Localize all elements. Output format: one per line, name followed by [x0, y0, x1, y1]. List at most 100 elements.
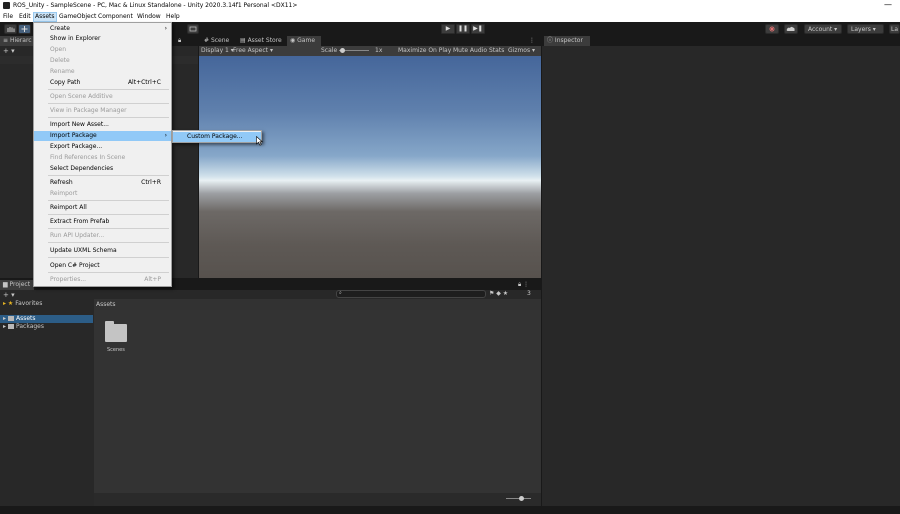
favorites-label: Favorites [15, 300, 43, 307]
menu-assets[interactable]: Assets [33, 12, 57, 22]
menu-item-import-new-asset[interactable]: Import New Asset... [34, 120, 171, 130]
tab-hierarchy[interactable]: ≡ Hierarc [0, 36, 34, 46]
play-button[interactable]: ▶ [441, 24, 455, 34]
scenes-folder-icon[interactable] [105, 321, 127, 342]
menu-item-custom-package[interactable]: Custom Package... [173, 132, 261, 142]
unity-app-icon [3, 2, 10, 9]
menu-item-update-uxml-schema[interactable]: Update UXML Schema [34, 246, 171, 256]
account-label: Account [808, 26, 833, 33]
step-button[interactable]: ▶❚ [471, 24, 485, 34]
reimport-all-label: Reimport All [50, 204, 87, 211]
project-footer [94, 493, 541, 506]
menu-item-open-scene-additive: Open Scene Additive [34, 92, 171, 102]
tab-scene[interactable]: # Scene [201, 36, 235, 46]
display-dropdown[interactable]: Display 1 ▾ [201, 47, 234, 54]
filter-icons[interactable]: ⚑ ◆ ★ [489, 290, 508, 297]
menu-item-export-package[interactable]: Export Package... [34, 142, 171, 152]
display-label: Display 1 [201, 47, 229, 54]
extract-from-prefab-label: Extract From Prefab [50, 218, 110, 225]
menu-item-open-csharp-project[interactable]: Open C# Project [34, 261, 171, 271]
import-new-asset-label: Import New Asset... [50, 121, 109, 128]
inspector-tabstrip: ⓘ Inspector [542, 36, 900, 46]
hierarchy-add-button[interactable]: + ▾ [3, 47, 15, 55]
show-in-explorer-label: Show in Explorer [50, 35, 101, 42]
move-tool-button[interactable] [18, 24, 31, 34]
menu-separator [48, 214, 169, 215]
open-label: Open [50, 46, 67, 53]
tab-inspector[interactable]: ⓘ Inspector [544, 36, 590, 46]
menu-bar: File Edit Assets GameObject Component Wi… [0, 12, 900, 22]
menu-item-create[interactable]: Create › [34, 24, 171, 34]
menu-item-refresh[interactable]: Refresh Ctrl+R [34, 178, 171, 188]
services-button[interactable] [765, 24, 779, 34]
icon-size-slider-handle[interactable] [519, 496, 524, 501]
refresh-shortcut: Ctrl+R [141, 179, 161, 186]
project-search-input[interactable]: ⌕ [336, 290, 486, 298]
menu-item-select-dependencies[interactable]: Select Dependencies [34, 164, 171, 174]
menu-gameobject[interactable]: GameObject [59, 13, 96, 20]
inspector-panel: ⓘ Inspector [542, 36, 900, 506]
maximize-on-play-toggle[interactable]: Maximize On Play [398, 47, 451, 54]
menu-item-open: Open [34, 45, 171, 55]
scale-slider-handle[interactable] [340, 48, 345, 53]
game-view-toolbar: Display 1 ▾ Free Aspect ▾ Scale 1x Maxim… [199, 46, 541, 56]
menu-item-copy-path[interactable]: Copy Path Alt+Ctrl+C [34, 78, 171, 88]
account-dropdown[interactable]: Account ▾ [804, 24, 842, 34]
menu-window[interactable]: Window [137, 13, 161, 20]
breadcrumb[interactable]: Assets [96, 301, 116, 308]
layout-label: La [891, 26, 899, 33]
menu-item-rename: Rename [34, 67, 171, 77]
hand-tool-button[interactable] [4, 24, 17, 34]
tab-game[interactable]: ◉ Game [287, 36, 321, 46]
layout-dropdown[interactable]: La [889, 24, 900, 34]
scale-label: Scale [321, 47, 338, 54]
menu-file[interactable]: File [3, 13, 13, 20]
open-scene-additive-label: Open Scene Additive [50, 93, 113, 100]
hand-icon [7, 27, 15, 32]
game-view-render[interactable] [199, 56, 541, 278]
gizmos-dropdown[interactable]: Gizmos ▾ [508, 47, 535, 54]
reimport-label: Reimport [50, 190, 78, 197]
layers-label: Layers [851, 26, 871, 33]
menu-item-import-package[interactable]: Import Package › [34, 131, 171, 141]
menu-item-reimport-all[interactable]: Reimport All [34, 203, 171, 213]
game-lock-icon[interactable]: ⋮ [529, 37, 535, 44]
export-package-label: Export Package... [50, 143, 103, 150]
cloud-button[interactable] [784, 24, 798, 34]
minimize-button[interactable]: — [884, 0, 892, 9]
mouse-cursor-icon [256, 136, 263, 146]
tab-asset-store[interactable]: ▤ Asset Store [237, 36, 285, 46]
favorites-row[interactable]: ▸ ★ Favorites [3, 300, 42, 307]
mute-audio-toggle[interactable]: Mute Audio [453, 47, 487, 54]
tab-project[interactable]: ▆ Project [0, 280, 34, 290]
scenes-folder-label[interactable]: Scenes [107, 347, 125, 353]
project-lock-icon[interactable]: 🔒︎ ⋮ [518, 281, 529, 289]
move-icon [21, 26, 28, 32]
hierarchy-lock-icon[interactable]: 🔒︎ [178, 37, 181, 45]
game-tab-label: Game [297, 37, 316, 44]
tree-item-assets[interactable]: ▸ Assets [0, 315, 93, 323]
menu-edit[interactable]: Edit [19, 13, 31, 20]
menu-component[interactable]: Component [98, 13, 133, 20]
tree-expand-icon: ▸ [3, 315, 7, 322]
stats-toggle[interactable]: Stats [489, 47, 504, 54]
tree-item-packages[interactable]: ▸ Packages [0, 323, 93, 331]
collab-tool-button[interactable] [187, 24, 199, 34]
aspect-dropdown[interactable]: Free Aspect ▾ [233, 47, 273, 54]
menu-item-delete: Delete [34, 56, 171, 66]
list-icon: ≡ [3, 37, 10, 44]
scene-tab-label: Scene [210, 37, 230, 44]
menu-item-extract-from-prefab[interactable]: Extract From Prefab [34, 217, 171, 227]
project-add-button[interactable]: + ▾ [3, 291, 15, 299]
menu-help[interactable]: Help [166, 13, 180, 20]
hierarchy-tab-label: Hierarc [9, 37, 32, 44]
gizmos-label: Gizmos [508, 47, 531, 54]
project-panel: ▆ Project 🔒︎ ⋮ + ▾ ⌕ ⚑ ◆ ★ 3 ▸ ★ Favorit… [0, 280, 541, 506]
menu-item-show-in-explorer[interactable]: Show in Explorer [34, 34, 171, 44]
status-bar [0, 506, 900, 514]
menu-separator [48, 257, 169, 258]
pause-button[interactable]: ❚❚ [456, 24, 470, 34]
layers-dropdown[interactable]: Layers ▾ [847, 24, 884, 34]
properties-shortcut: Alt+P [144, 276, 161, 283]
run-api-updater-label: Run API Updater... [50, 232, 105, 239]
